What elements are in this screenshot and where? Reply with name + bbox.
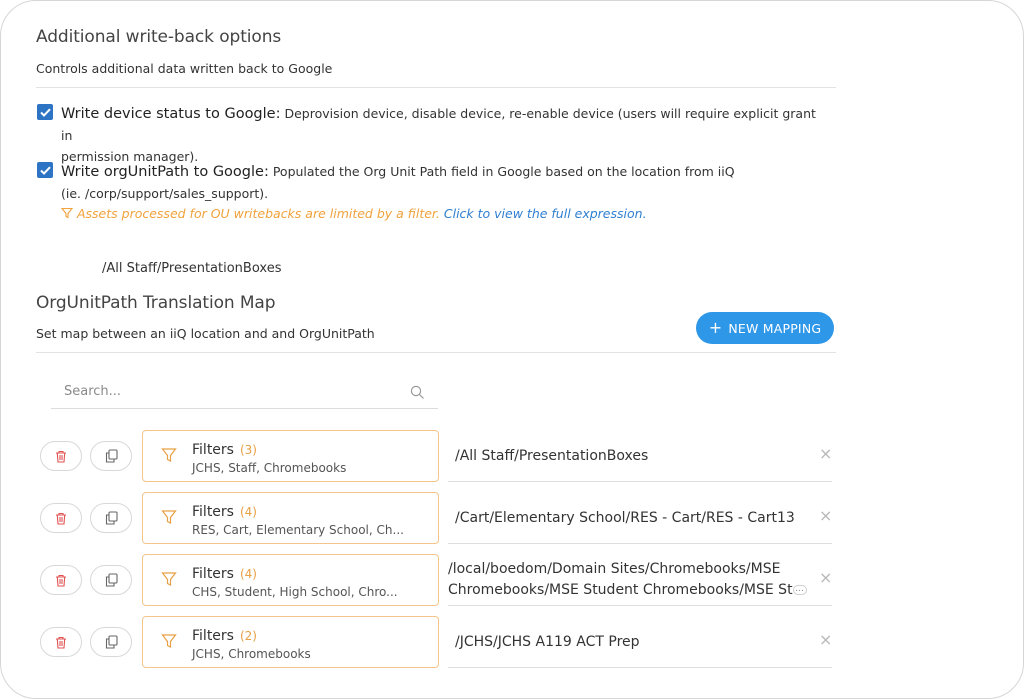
filter-box[interactable]: Filters (2) JCHS, Chromebooks (142, 616, 439, 668)
floating-path: /All Staff/PresentationBoxes (102, 261, 282, 276)
clear-path-icon[interactable]: × (819, 506, 832, 525)
copy-icon (105, 573, 118, 587)
filter-tags: CHS, Student, High School, Chro... (192, 585, 398, 599)
copy-icon (105, 635, 118, 649)
mapping-row: Filters (3) JCHS, Staff, Chromebooks /All… (1, 430, 1023, 484)
filter-count: (4) (239, 567, 257, 581)
filter-icon (161, 448, 177, 462)
delete-button[interactable] (40, 627, 82, 657)
translation-map-subtitle: Set map between an iiQ location and and … (36, 326, 375, 341)
copy-button[interactable] (90, 503, 132, 533)
clear-path-icon[interactable]: × (819, 630, 832, 649)
org-unit-path-cell[interactable]: /All Staff/PresentationBoxes × (448, 430, 832, 482)
copy-icon (105, 449, 118, 463)
new-mapping-button[interactable]: + NEW MAPPING (696, 312, 834, 344)
warning-period: . (642, 206, 647, 221)
search-icon[interactable] (410, 385, 425, 400)
delete-button[interactable] (40, 441, 82, 471)
search-input[interactable]: Search... (64, 384, 121, 399)
new-mapping-label: NEW MAPPING (728, 320, 822, 336)
org-unit-path: /Cart/Elementary School/RES - Cart/RES -… (455, 510, 795, 526)
filter-tags: JCHS, Staff, Chromebooks (192, 461, 347, 475)
device-status-title: Write device status to Google: (61, 106, 281, 122)
copy-button[interactable] (90, 627, 132, 657)
filter-tags: JCHS, Chromebooks (192, 647, 311, 661)
mapping-row: Filters (4) RES, Cart, Elementary School,… (1, 492, 1023, 546)
warning-text: Assets processed for OU writebacks are l… (76, 206, 440, 221)
filter-icon (161, 510, 177, 524)
device-status-checkbox[interactable] (37, 104, 53, 120)
orgunitpath-checkbox[interactable] (37, 162, 53, 178)
org-unit-path-cell[interactable]: /JCHS/JCHS A119 ACT Prep × (448, 616, 832, 668)
orgunitpath-option: Write orgUnitPath to Google: Populated t… (61, 161, 821, 204)
filter-label: Filters (192, 566, 234, 582)
trash-icon (56, 512, 66, 525)
orgunitpath-description: Populated the Org Unit Path field in Goo… (272, 164, 735, 179)
checkmark-icon (39, 108, 51, 117)
filter-label: Filters (192, 628, 234, 644)
clear-path-icon[interactable]: × (819, 568, 832, 587)
translation-map-title: OrgUnitPath Translation Map (36, 293, 276, 313)
device-status-option: Write device status to Google: Deprovisi… (61, 103, 821, 167)
org-unit-path: /All Staff/PresentationBoxes (455, 448, 649, 464)
org-unit-path-line2: Chromebooks/MSE Student Chromebooks/MSE … (448, 582, 793, 598)
overflow-ellipsis-icon[interactable]: … (792, 585, 807, 595)
org-unit-path-line1: /local/boedom/Domain Sites/Chromebooks/M… (448, 561, 781, 577)
delete-button[interactable] (40, 565, 82, 595)
filter-warning: Assets processed for OU writebacks are l… (60, 206, 647, 221)
trash-icon (56, 450, 66, 463)
filter-box[interactable]: Filters (4) CHS, Student, High School, Ch… (142, 554, 439, 606)
plus-icon: + (708, 318, 723, 337)
delete-button[interactable] (40, 503, 82, 533)
org-unit-path: /JCHS/JCHS A119 ACT Prep (455, 634, 640, 650)
filter-label: Filters (192, 442, 234, 458)
view-expression-link[interactable]: Click to view the full expression (444, 206, 643, 221)
copy-icon (105, 511, 118, 525)
filter-box[interactable]: Filters (4) RES, Cart, Elementary School,… (142, 492, 439, 544)
filter-icon (161, 634, 177, 648)
mapping-row: Filters (4) CHS, Student, High School, Ch… (1, 554, 1023, 608)
writeback-subtitle: Controls additional data written back to… (36, 61, 333, 76)
divider (36, 352, 836, 353)
mapping-row: Filters (2) JCHS, Chromebooks /JCHS/JCHS … (1, 616, 1023, 670)
filter-tags: RES, Cart, Elementary School, Ch... (192, 523, 404, 537)
divider (36, 87, 836, 88)
checkmark-icon (39, 166, 51, 175)
settings-panel: Additional write-back options Controls a… (0, 0, 1024, 699)
filter-box[interactable]: Filters (3) JCHS, Staff, Chromebooks (142, 430, 439, 482)
trash-icon (56, 636, 66, 649)
orgunitpath-title: Write orgUnitPath to Google: (61, 164, 269, 180)
clear-path-icon[interactable]: × (819, 444, 832, 463)
org-unit-path-cell[interactable]: /Cart/Elementary School/RES - Cart/RES -… (448, 492, 832, 544)
orgunitpath-description-cont: (ie. /corp/support/sales_support). (61, 186, 269, 201)
org-unit-path: /local/boedom/Domain Sites/Chromebooks/M… (448, 559, 808, 601)
filter-icon (60, 207, 74, 219)
filter-count: (2) (239, 629, 257, 643)
filter-icon (161, 572, 177, 586)
copy-button[interactable] (90, 441, 132, 471)
writeback-title: Additional write-back options (36, 27, 282, 47)
org-unit-path-cell[interactable]: /local/boedom/Domain Sites/Chromebooks/M… (448, 554, 832, 606)
filter-count: (4) (239, 505, 257, 519)
trash-icon (56, 574, 66, 587)
copy-button[interactable] (90, 565, 132, 595)
filter-label: Filters (192, 504, 234, 520)
filter-count: (3) (239, 443, 257, 457)
search-field[interactable]: Search... (51, 376, 438, 409)
